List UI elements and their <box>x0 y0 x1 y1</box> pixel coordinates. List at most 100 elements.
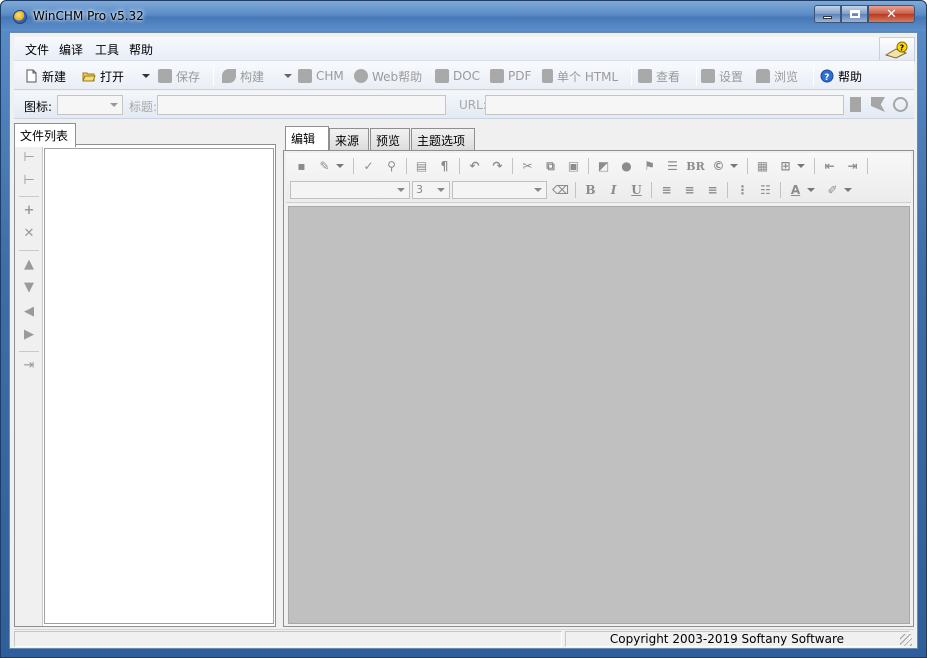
url-field[interactable] <box>485 95 844 115</box>
toolbar-divider <box>747 158 748 174</box>
align-left-icon[interactable]: ≡ <box>655 180 678 200</box>
menu-file[interactable]: 文件 <box>25 41 49 58</box>
insert-topic-icon[interactable]: ⊢ <box>22 151 36 165</box>
chevron-down-icon[interactable] <box>336 164 344 168</box>
page-icon[interactable] <box>850 97 861 112</box>
single-html-button[interactable]: 单个 HTML <box>542 67 618 85</box>
edit-icon[interactable]: ✎ <box>313 156 336 176</box>
underline-icon[interactable]: U <box>625 180 648 200</box>
list-icon[interactable]: ☰ <box>661 156 684 176</box>
build-button[interactable]: 构建 <box>222 67 264 85</box>
image-icon[interactable]: ◩ <box>592 156 615 176</box>
bullet-list-icon[interactable]: ☷ <box>754 180 777 200</box>
bookmark-icon[interactable] <box>871 97 885 112</box>
menu-compile[interactable]: 编译 <box>59 41 83 58</box>
svg-text:?: ? <box>824 73 829 83</box>
tab-source[interactable]: 来源 <box>329 128 369 150</box>
insert-child-topic-icon[interactable]: ⊢ <box>22 174 36 188</box>
font-color-icon[interactable]: A <box>784 180 807 200</box>
file-tree[interactable] <box>44 148 274 624</box>
move-left-icon[interactable]: ◀ <box>22 305 36 319</box>
highlight-color-icon[interactable]: ✐ <box>821 180 844 200</box>
save-icon[interactable]: ▪ <box>290 156 313 176</box>
help-button[interactable]: ? 帮助 <box>820 67 862 85</box>
paragraph-style-select[interactable] <box>452 181 547 199</box>
anchor-icon[interactable]: ⚑ <box>638 156 661 176</box>
line-break-icon[interactable]: BR <box>684 156 707 176</box>
menu-tools[interactable]: 工具 <box>95 41 119 58</box>
indent-icon[interactable]: ⇥ <box>841 156 864 176</box>
toolbar-divider <box>575 182 576 198</box>
new-button[interactable]: 新建 <box>24 67 66 85</box>
numbered-list-icon[interactable]: ⋮ <box>731 180 754 200</box>
copyright-text: Copyright 2003-2019 Softany Software <box>609 632 844 646</box>
close-button[interactable]: ✕ <box>868 5 915 23</box>
insert-row-icon[interactable]: ⊞ <box>774 156 797 176</box>
move-right-icon[interactable]: ▶ <box>22 328 36 342</box>
icon-select[interactable] <box>57 95 123 115</box>
chm-button[interactable]: CHM <box>298 67 344 85</box>
context-help-button[interactable]: ? <box>879 37 915 62</box>
editor-toolbar-row-2: 3 ⌫ B I U ≡ ≡ ≡ ⋮ ☷ A ✐ <box>290 180 852 200</box>
copyright-symbol-icon[interactable]: © <box>707 156 730 176</box>
tab-topic-options[interactable]: 主题选项 <box>411 128 475 150</box>
align-center-icon[interactable]: ≡ <box>678 180 701 200</box>
build-dropdown-button[interactable] <box>284 67 292 85</box>
clear-format-icon[interactable]: ⌫ <box>549 180 572 200</box>
paragraph-icon[interactable]: ¶ <box>433 156 456 176</box>
tab-preview[interactable]: 预览 <box>370 128 410 150</box>
open-folder-icon <box>82 72 96 82</box>
move-up-icon[interactable]: ▲ <box>22 258 36 272</box>
open-dropdown-button[interactable] <box>142 67 150 85</box>
font-family-select[interactable] <box>290 181 410 199</box>
maximize-button[interactable] <box>841 5 868 23</box>
outdent-icon[interactable]: ⇤ <box>818 156 841 176</box>
bold-icon[interactable]: B <box>579 180 602 200</box>
chevron-down-icon[interactable] <box>730 164 738 168</box>
cut-icon[interactable]: ✂ <box>516 156 539 176</box>
add-icon[interactable]: + <box>22 204 36 218</box>
save-button[interactable]: 保存 <box>158 67 200 85</box>
title-bar[interactable]: WinCHM Pro v5.32 ✕ <box>1 1 926 31</box>
move-down-icon[interactable]: ▼ <box>22 281 36 295</box>
resize-grip[interactable] <box>900 634 912 646</box>
open-button[interactable]: 打开 <box>82 67 124 85</box>
delete-icon[interactable]: ✕ <box>22 227 36 241</box>
webhelp-label: Web帮助 <box>372 69 423 84</box>
find-icon[interactable]: ⚲ <box>380 156 403 176</box>
pdf-button[interactable]: PDF <box>490 67 531 85</box>
vertical-divider <box>19 196 39 197</box>
title-field[interactable] <box>157 95 446 115</box>
copy-icon[interactable]: ⧉ <box>539 156 562 176</box>
redo-icon[interactable]: ↷ <box>486 156 509 176</box>
menu-help[interactable]: 帮助 <box>129 41 153 58</box>
doc-icon <box>435 69 449 83</box>
media-icon[interactable]: ● <box>615 156 638 176</box>
sort-icon[interactable]: ⇥ <box>22 359 36 373</box>
italic-icon[interactable]: I <box>602 180 625 200</box>
webhelp-button[interactable]: Web帮助 <box>354 67 422 85</box>
tab-file-list[interactable]: 文件列表 <box>14 123 76 147</box>
chevron-down-icon[interactable] <box>797 164 805 168</box>
undo-icon[interactable]: ↶ <box>463 156 486 176</box>
clear-icon[interactable] <box>893 97 908 112</box>
editor-toolbar-row-1: ▪ ✎ ✓ ⚲ ▤ ¶ ↶ ↷ ✂ ⧉ ▣ ◩ ● ⚑ ☰ BR © ▦ ⊞ ⇤… <box>290 156 871 176</box>
toolbar-divider <box>867 158 868 174</box>
winchm-app-icon <box>13 10 27 24</box>
tab-edit[interactable]: 编辑 <box>285 126 329 150</box>
browse-button[interactable]: 浏览 <box>756 67 798 85</box>
view-button[interactable]: 查看 <box>638 67 680 85</box>
settings-button[interactable]: 设置 <box>701 67 743 85</box>
tab-file-list-label: 文件列表 <box>20 129 69 143</box>
chevron-down-icon[interactable] <box>844 188 852 192</box>
table-icon[interactable]: ▦ <box>751 156 774 176</box>
editor-content-area[interactable] <box>288 206 910 624</box>
doc-button[interactable]: DOC <box>435 67 480 85</box>
font-size-select[interactable]: 3 <box>412 181 450 199</box>
paste-icon[interactable]: ▣ <box>562 156 585 176</box>
minimize-button[interactable] <box>814 5 841 23</box>
align-right-icon[interactable]: ≡ <box>701 180 724 200</box>
spellcheck-icon[interactable]: ✓ <box>357 156 380 176</box>
chevron-down-icon[interactable] <box>807 188 815 192</box>
select-all-icon[interactable]: ▤ <box>410 156 433 176</box>
